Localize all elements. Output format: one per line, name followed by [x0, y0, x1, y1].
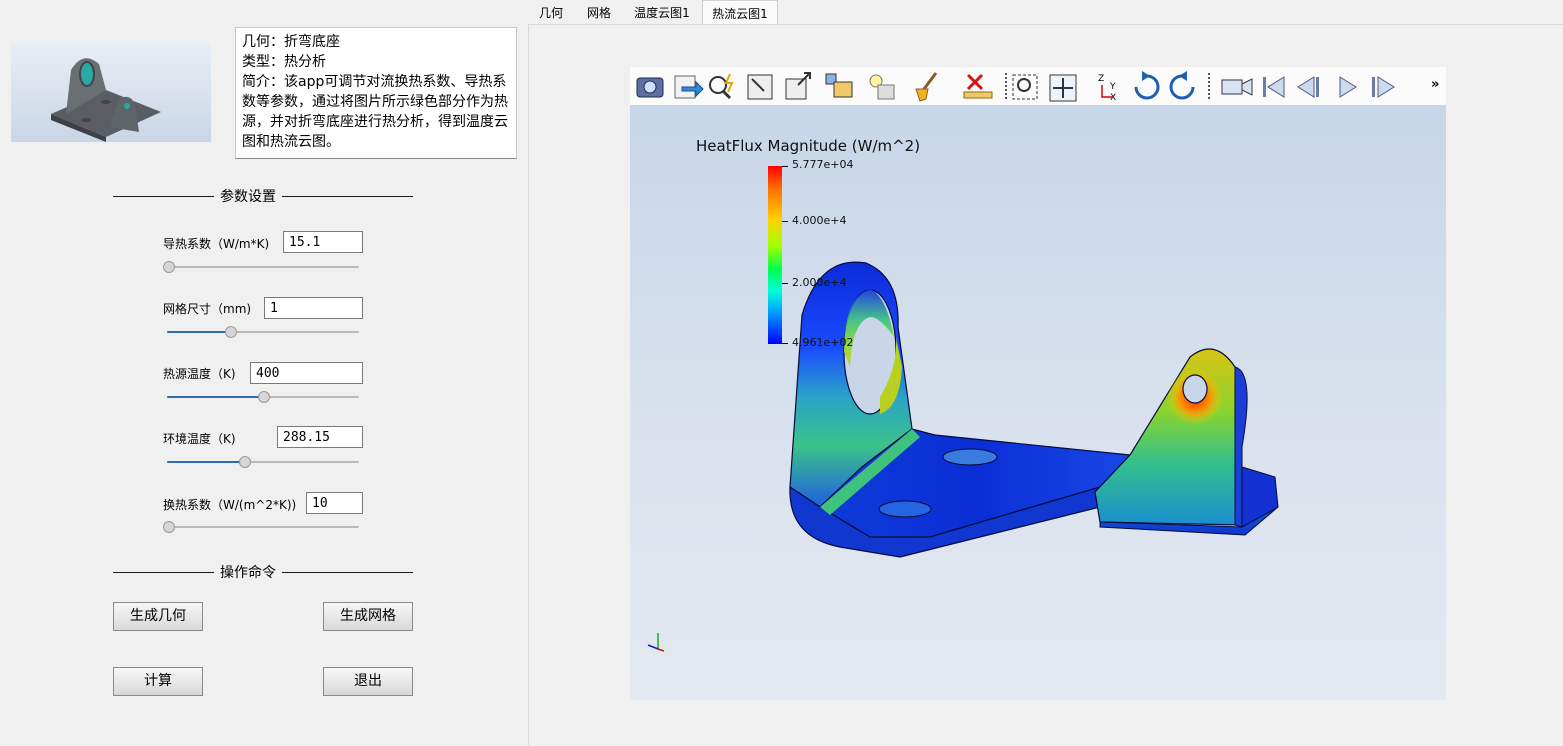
- light-icon[interactable]: [869, 74, 895, 100]
- description-type: 类型：热分析: [242, 54, 326, 70]
- mesh-size-label: 网格尺寸（mm): [163, 302, 252, 316]
- pan-icon[interactable]: [1049, 74, 1077, 102]
- clear-icon[interactable]: [963, 73, 993, 99]
- brush-icon[interactable]: [915, 72, 938, 102]
- legend-tick-mid1-mark: [782, 221, 788, 222]
- tab-mesh[interactable]: 网格: [576, 0, 622, 24]
- heat-transfer-coeff-input[interactable]: [306, 492, 363, 514]
- compute-button[interactable]: 计算: [113, 667, 203, 696]
- heat-source-temp-input[interactable]: [250, 362, 363, 384]
- svg-text:Z: Z: [1098, 74, 1104, 84]
- legend-tick-max-mark: [782, 166, 788, 167]
- viewer-toolbar: Z Y X: [630, 67, 1446, 105]
- description-summary: 简介：该app可调节对流换热系数、导热系数等参数，通过将图片所示绿色部分作为热源…: [242, 74, 508, 150]
- legend-tick-mid2-mark: [782, 283, 788, 284]
- mesh-size-slider[interactable]: [167, 325, 359, 339]
- generate-geometry-button[interactable]: 生成几何: [113, 602, 203, 631]
- panel-divider: [528, 25, 529, 746]
- params-section-title: 参数设置: [214, 186, 282, 206]
- view-cube-icon[interactable]: [825, 73, 853, 98]
- legend-mid2-value: 2.000e+4: [792, 276, 847, 289]
- geometry-thumbnail: [11, 42, 211, 142]
- generate-mesh-button[interactable]: 生成网格: [323, 602, 413, 631]
- heat-transfer-coeff-slider[interactable]: [163, 520, 359, 534]
- legend-title: HeatFlux Magnitude (W/m^2): [696, 137, 921, 155]
- ambient-temp-input[interactable]: [277, 426, 363, 448]
- first-frame-icon[interactable]: [1263, 76, 1285, 98]
- description-geometry: 几何：折弯底座: [242, 34, 340, 50]
- toolbar-overflow-button[interactable]: »: [1431, 77, 1439, 92]
- svg-text:X: X: [1110, 93, 1116, 103]
- heat-source-temp-slider[interactable]: [167, 390, 359, 404]
- thermal-conductivity-input[interactable]: [283, 231, 363, 253]
- thermal-conductivity-slider[interactable]: [163, 260, 359, 274]
- legend-mid1-value: 4.000e+4: [792, 214, 847, 227]
- rotate-cw-icon[interactable]: [1134, 71, 1160, 100]
- heat-transfer-coeff-label: 换热系数（W/(m^2*K)): [163, 498, 297, 512]
- next-frame-icon[interactable]: [1372, 76, 1395, 98]
- legend-color-bar: [768, 166, 782, 344]
- zoom-spark-icon[interactable]: [709, 73, 734, 100]
- mesh-size-input[interactable]: [264, 297, 363, 319]
- legend-max-value: 5.777e+04: [792, 158, 854, 171]
- zoom-region-icon[interactable]: [1012, 74, 1038, 100]
- play-icon[interactable]: [1339, 76, 1357, 98]
- svg-text:Y: Y: [1109, 82, 1116, 92]
- description-box: 几何：折弯底座 类型：热分析 简介：该app可调节对流换热系数、导热系数等参数，…: [235, 27, 517, 159]
- legend-tick-min-mark: [782, 343, 788, 344]
- tab-heatflux-contour[interactable]: 热流云图1: [702, 0, 778, 24]
- zoom-box-icon[interactable]: [785, 72, 811, 100]
- prev-frame-icon[interactable]: [1297, 76, 1319, 98]
- legend-min-value: 4.961e+02: [792, 336, 854, 349]
- video-icon[interactable]: [1221, 78, 1253, 96]
- export-icon[interactable]: [674, 75, 704, 99]
- rotate-ccw-icon[interactable]: [1169, 71, 1195, 100]
- zoom-fit-icon[interactable]: [747, 74, 773, 100]
- camera-icon[interactable]: [636, 77, 664, 98]
- commands-section-title: 操作命令: [214, 562, 282, 582]
- exit-button[interactable]: 退出: [323, 667, 413, 696]
- heat-source-temp-label: 热源温度（K): [163, 367, 236, 381]
- tab-temperature-contour[interactable]: 温度云图1: [624, 0, 700, 24]
- ambient-temp-slider[interactable]: [167, 455, 359, 469]
- tab-geometry[interactable]: 几何: [528, 0, 574, 24]
- tab-bar-baseline: [528, 24, 1563, 25]
- thermal-conductivity-label: 导热系数（W/m*K): [163, 237, 270, 251]
- ambient-temp-label: 环境温度（K): [163, 432, 236, 446]
- axes-icon[interactable]: Z Y X: [1098, 74, 1116, 103]
- 3d-viewport[interactable]: [630, 67, 1446, 700]
